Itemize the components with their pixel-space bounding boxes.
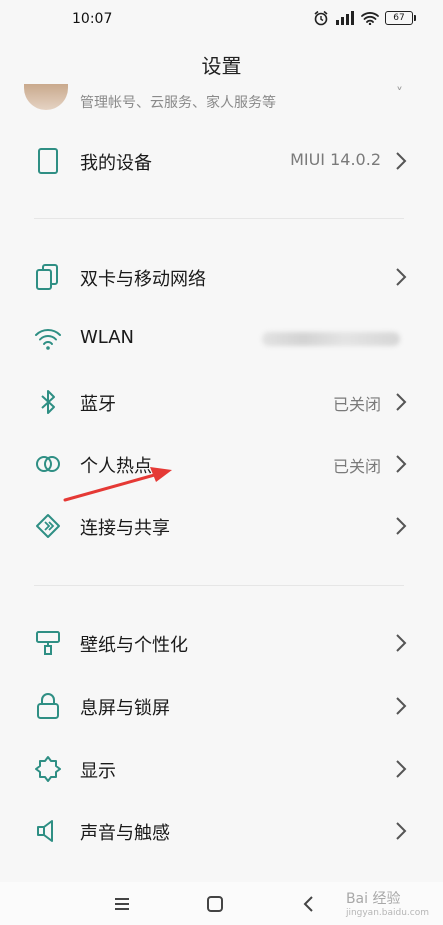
connection-sharing-row[interactable]: 连接与共享 <box>0 497 443 557</box>
my-device-row[interactable]: 我的设备 MIUI 14.0.2 <box>0 132 443 192</box>
chevron-right-icon <box>396 822 407 840</box>
chevron-right-icon <box>396 393 407 411</box>
account-row[interactable]: 管理帐号、云服务、家人服务等 ˅ <box>0 82 443 120</box>
bluetooth-row[interactable]: 蓝牙 已关闭 <box>0 373 443 433</box>
account-chevron-icon: ˅ <box>396 86 403 102</box>
page-title: 设置 <box>201 54 242 78</box>
sim-cards-icon <box>36 264 58 290</box>
chevron-right-icon <box>396 517 407 535</box>
chevron-right-icon <box>396 760 407 778</box>
brightness-icon <box>35 756 61 782</box>
watermark: Bai 经验 jingyan.baidu.com <box>346 888 429 918</box>
wallpaper-label: 壁纸与个性化 <box>80 635 188 656</box>
dual-sim-label: 双卡与移动网络 <box>80 269 206 290</box>
status-time: 10:07 <box>72 11 113 27</box>
phone-device-icon <box>38 148 58 174</box>
section-divider <box>34 218 404 219</box>
my-device-label: 我的设备 <box>80 153 152 174</box>
status-bar: 10:07 67 <box>0 0 443 40</box>
hotspot-label: 个人热点 <box>80 456 152 477</box>
chevron-right-icon <box>396 152 407 170</box>
bluetooth-label: 蓝牙 <box>80 394 116 415</box>
display-label: 显示 <box>80 761 116 782</box>
signal-icon <box>336 11 354 25</box>
lock-screen-row[interactable]: 息屏与锁屏 <box>0 677 443 737</box>
wifi-icon <box>35 329 61 350</box>
speaker-icon <box>37 820 53 842</box>
menu-icon[interactable] <box>109 892 135 916</box>
alarm-icon <box>314 10 328 26</box>
section-divider <box>34 585 404 586</box>
back-icon[interactable] <box>296 892 322 916</box>
chevron-right-icon <box>396 697 407 715</box>
chevron-right-icon <box>396 634 407 652</box>
sound-label: 声音与触感 <box>80 823 170 844</box>
lock-icon <box>37 693 59 719</box>
avatar <box>24 84 68 110</box>
chevron-right-icon <box>396 455 407 473</box>
bluetooth-status: 已关闭 <box>332 395 381 414</box>
hotspot-row[interactable]: 个人热点 已关闭 <box>0 435 443 495</box>
wallpaper-row[interactable]: 壁纸与个性化 <box>0 614 443 674</box>
hotspot-status: 已关闭 <box>332 457 381 476</box>
connection-share-icon <box>36 514 60 538</box>
bluetooth-icon <box>41 390 55 414</box>
connection-sharing-label: 连接与共享 <box>80 518 170 539</box>
wlan-network-name-blurred <box>262 332 400 346</box>
watermark-text: Bai 经验 <box>345 891 401 907</box>
battery-indicator: 67 <box>385 11 416 25</box>
wlan-label: WLAN <box>80 327 135 348</box>
lock-screen-label: 息屏与锁屏 <box>80 698 170 719</box>
status-icons: 67 <box>313 10 416 26</box>
home-icon[interactable] <box>202 892 228 916</box>
chevron-right-icon <box>396 268 407 286</box>
hotspot-icon <box>36 456 60 472</box>
account-subtitle: 管理帐号、云服务、家人服务等 <box>80 95 276 111</box>
watermark-sub: jingyan.baidu.com <box>345 908 429 918</box>
navigation-bar: Bai 经验 jingyan.baidu.com <box>0 882 443 925</box>
display-row[interactable]: 显示 <box>0 740 443 800</box>
my-device-value: MIUI 14.0.2 <box>290 150 381 169</box>
dual-sim-row[interactable]: 双卡与移动网络 <box>0 248 443 308</box>
wlan-row[interactable]: WLAN <box>0 310 443 370</box>
wifi-status-icon <box>361 12 379 25</box>
paint-roller-icon <box>36 631 60 655</box>
sound-row[interactable]: 声音与触感 <box>0 802 443 862</box>
